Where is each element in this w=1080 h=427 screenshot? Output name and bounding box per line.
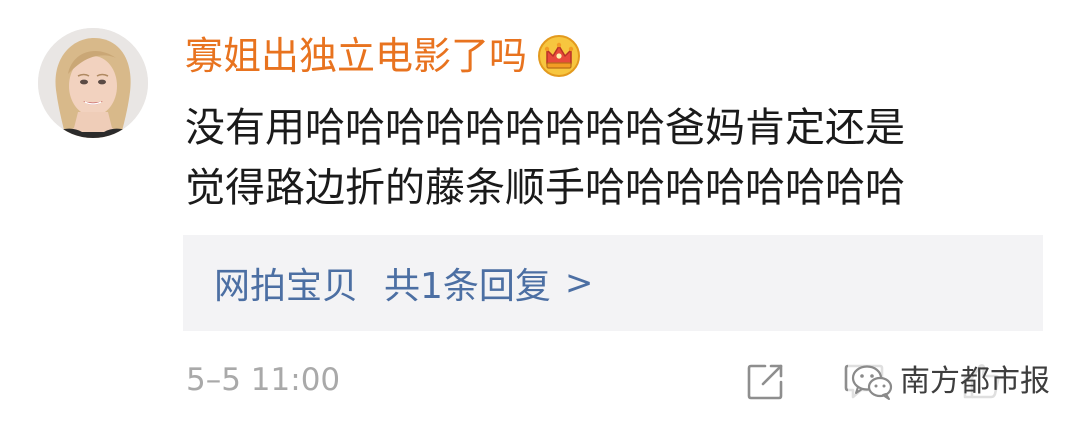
comment-text-line-2: 觉得路边折的藤条顺手哈哈哈哈哈哈哈哈 <box>185 165 905 211</box>
reply-link[interactable]: 网拍宝贝 共1条回复 > <box>214 257 593 309</box>
crown-icon <box>538 35 581 77</box>
comment-text-line-1: 没有用哈哈哈哈哈哈哈哈哈爸妈肯定还是 <box>185 105 905 151</box>
wechat-icon <box>851 365 893 400</box>
chevron-right-icon[interactable]: > <box>565 263 594 303</box>
reply-count-label[interactable]: 共1条回复 <box>384 257 551 309</box>
watermark-text: 南方都市报 <box>900 364 1050 399</box>
username-row: 寡姐出独立电影了吗 <box>185 30 581 82</box>
avatar-image <box>38 28 148 138</box>
reply-box[interactable]: 网拍宝贝 共1条回复 > <box>183 235 1043 331</box>
comment-text: 没有用哈哈哈哈哈哈哈哈哈爸妈肯定还是 觉得路边折的藤条顺手哈哈哈哈哈哈哈哈 <box>185 98 1045 218</box>
timestamp: 5–5 11:00 <box>186 362 341 398</box>
reply-source-label[interactable]: 网拍宝贝 <box>214 257 358 309</box>
share-icon[interactable] <box>745 360 787 402</box>
username[interactable]: 寡姐出独立电影了吗 <box>185 30 527 82</box>
avatar[interactable] <box>38 28 148 138</box>
watermark: 南方都市报 <box>848 360 1054 404</box>
comment-card: 寡姐出独立电影了吗 没有用哈哈哈哈哈哈哈哈哈爸妈肯定还是 觉得路边折的藤条顺手哈… <box>0 0 1080 427</box>
